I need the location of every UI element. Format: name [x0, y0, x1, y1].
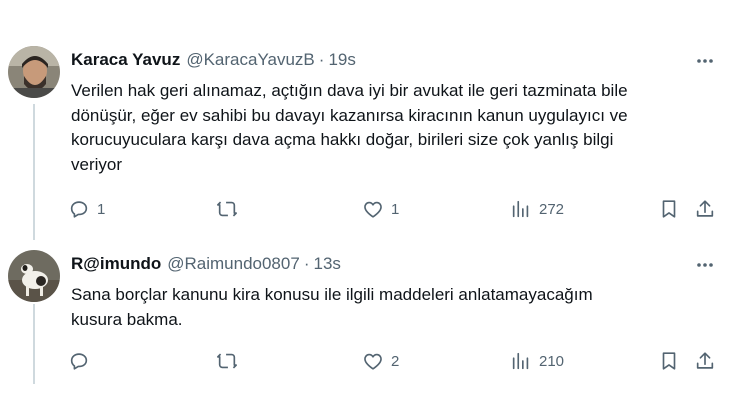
more-options-button[interactable] — [694, 50, 716, 72]
more-icon — [697, 263, 713, 267]
bookmark-icon — [662, 200, 676, 218]
views-count: 210 — [539, 352, 565, 370]
display-name[interactable]: Karaca Yavuz — [71, 50, 180, 70]
bookmark-icon — [662, 352, 676, 370]
like-button[interactable]: 2 — [362, 348, 399, 374]
bookmark-button[interactable] — [658, 196, 680, 222]
share-button[interactable] — [694, 348, 716, 374]
user-handle[interactable]: @Raimundo0807 — [167, 254, 300, 274]
tweet-text: Verilen hak geri alınamaz, açtığın dava … — [71, 79, 711, 177]
tweet-header: Karaca Yavuz @KaracaYavuzB · 19s — [71, 48, 356, 72]
tweet-text: Sana borçlar kanunu kira konusu ile ilgi… — [71, 283, 711, 332]
views-button[interactable]: 210 — [510, 348, 564, 374]
separator-dot: · — [303, 254, 310, 273]
more-options-button[interactable] — [694, 254, 716, 276]
display-name[interactable]: R@imundo — [71, 254, 161, 274]
tweet-text-line: veriyor — [71, 154, 123, 174]
avatar[interactable] — [8, 46, 60, 98]
tweet-text-line: dönüşür, eğer ev sahibi bu davayı kazanı… — [71, 105, 628, 125]
retweet-button[interactable] — [216, 348, 245, 374]
reply-count: 1 — [97, 200, 106, 218]
timestamp[interactable]: 13s — [313, 254, 340, 274]
like-button[interactable]: 1 — [362, 196, 399, 222]
avatar-photo-icon — [8, 250, 60, 302]
user-handle[interactable]: @KaracaYavuzB — [186, 50, 314, 70]
separator-dot: · — [318, 50, 325, 69]
like-count: 2 — [391, 352, 400, 370]
tweet-actions: 1 1 272 — [0, 196, 730, 222]
tweet-text-line: Sana borçlar kanunu kira konusu ile ilgi… — [71, 285, 593, 304]
views-icon — [512, 352, 529, 370]
avatar[interactable] — [8, 250, 60, 302]
reply-button[interactable]: 1 — [68, 196, 105, 222]
views-count: 272 — [539, 200, 565, 218]
views-button[interactable]: 272 — [510, 196, 564, 222]
tweet-text-line: Verilen hak geri alınamaz, açtığın dava … — [71, 81, 628, 100]
more-icon — [697, 59, 713, 63]
tweet[interactable]: Karaca Yavuz @KaracaYavuzB · 19s Verilen… — [0, 0, 730, 240]
tweet-header: R@imundo @Raimundo0807 · 13s — [71, 252, 341, 276]
views-icon — [512, 200, 529, 218]
tweet-actions: 2 210 — [0, 348, 730, 374]
heart-icon — [364, 353, 382, 370]
share-icon — [696, 200, 714, 217]
reply-button[interactable] — [68, 348, 97, 374]
tweet[interactable]: R@imundo @Raimundo0807 · 13s Sana borçla… — [0, 240, 730, 420]
timestamp[interactable]: 19s — [328, 50, 355, 70]
like-count: 1 — [391, 200, 400, 218]
share-button[interactable] — [694, 196, 716, 222]
share-icon — [696, 352, 714, 369]
retweet-icon — [217, 201, 237, 217]
retweet-button[interactable] — [216, 196, 245, 222]
reply-icon — [70, 353, 88, 370]
bookmark-button[interactable] — [658, 348, 680, 374]
tweet-text-line: kusura bakma. — [71, 309, 183, 329]
heart-icon — [364, 201, 382, 218]
reply-icon — [70, 201, 88, 218]
tweet-text-line: korucuyuculara karşı dava açma hakkı doğ… — [71, 130, 614, 149]
retweet-icon — [217, 353, 237, 369]
avatar-photo-icon — [8, 46, 60, 98]
